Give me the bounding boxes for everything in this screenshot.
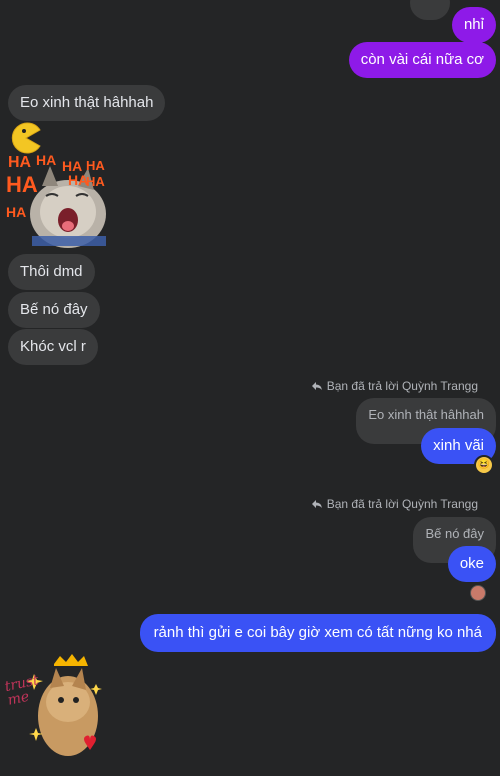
trust-me-cat-sticker[interactable]: trust me [3, 654, 106, 760]
outgoing-message[interactable]: rảnh thì gửi e coi bây giờ xem có tất nữ… [139, 614, 496, 652]
reply-message[interactable]: oke [447, 546, 496, 582]
haha-text-7: HA [86, 174, 105, 189]
reply-arrow-icon [311, 382, 322, 390]
outgoing-message[interactable]: nhỉ [451, 7, 496, 43]
pacman-sticker[interactable] [10, 122, 42, 154]
outgoing-message[interactable]: còn vài cái nữa cơ [348, 42, 496, 78]
laughing-reaction-icon[interactable]: 😆 [474, 455, 494, 475]
reply-indicator-text: Bạn đã trả lời Quỳnh Trangg [326, 497, 478, 511]
haha-text-5: HA [6, 172, 38, 197]
incoming-message[interactable]: Bế nó đây [8, 292, 100, 328]
seen-avatar [470, 585, 486, 601]
laughing-cat-sticker[interactable]: HA HA HA HA HA HA HA HA [6, 152, 106, 250]
reply-arrow-icon [311, 500, 322, 508]
incoming-message[interactable]: Thôi dmd [8, 254, 95, 290]
incoming-message[interactable]: Khóc vcl r [8, 329, 98, 365]
reply-indicator: Bạn đã trả lời Quỳnh Trangg [311, 379, 478, 393]
haha-text-8: HA [6, 204, 27, 220]
haha-text-4: HA [86, 158, 105, 173]
haha-text-2: HA [36, 152, 57, 168]
reply-indicator: Bạn đã trả lời Quỳnh Trangg [311, 497, 478, 511]
haha-text-1: HA [8, 154, 32, 171]
incoming-message[interactable]: Eo xinh thật hâhhah [8, 85, 166, 121]
previous-message-fragment [410, 0, 450, 20]
reply-indicator-text: Bạn đã trả lời Quỳnh Trangg [326, 379, 478, 393]
